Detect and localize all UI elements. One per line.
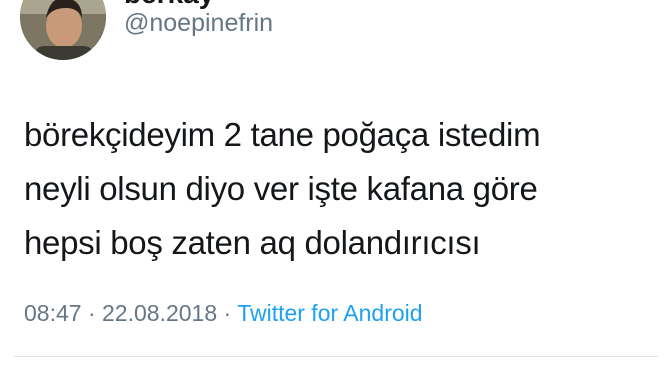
tweet-card: berkay @noepinefrin börekçideyim 2 tane … [0, 0, 672, 378]
meta-separator: · [223, 300, 232, 326]
tweet-text-line: börekçideyim 2 tane poğaça istedim [24, 116, 541, 153]
divider [14, 356, 658, 357]
tweet-text: börekçideyim 2 tane poğaça istedim neyli… [24, 108, 654, 270]
tweet-date[interactable]: 22.08.2018 [102, 300, 217, 326]
user-handle[interactable]: @noepinefrin [124, 8, 273, 38]
avatar[interactable] [20, 0, 106, 60]
meta-separator: · [87, 300, 96, 326]
tweet-source-link[interactable]: Twitter for Android [237, 300, 422, 326]
profile-photo [20, 0, 106, 60]
tweet-text-line: neyli olsun diyo ver işte kafana göre [24, 170, 538, 207]
tweet-text-line: hepsi boş zaten aq dolandırıcısı [24, 224, 481, 261]
tweet-meta: 08:47 · 22.08.2018 · Twitter for Android [24, 298, 423, 328]
tweet-time[interactable]: 08:47 [24, 300, 82, 326]
